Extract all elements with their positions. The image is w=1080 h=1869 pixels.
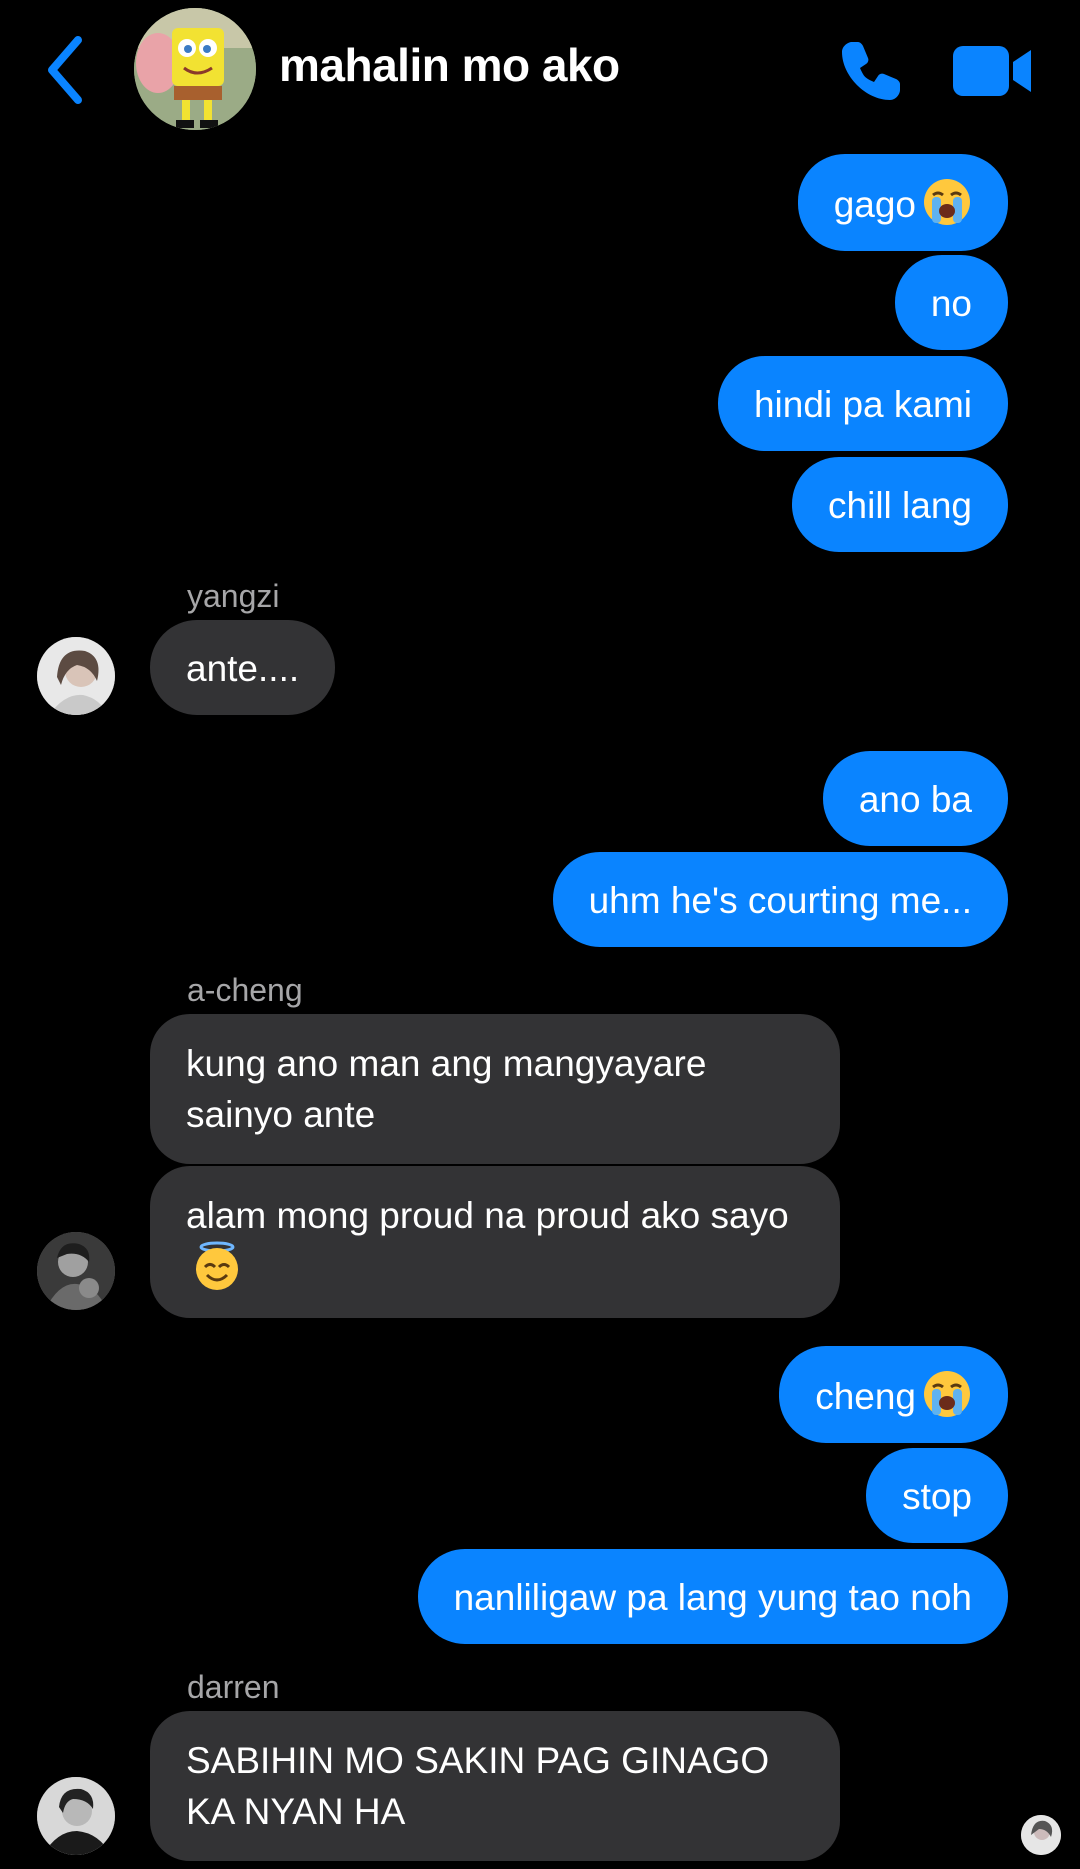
person-avatar-icon	[37, 1777, 115, 1855]
outgoing-message[interactable]: chill lang	[792, 457, 1008, 552]
outgoing-message[interactable]: nanliligaw pa lang yung tao noh	[417, 1549, 1008, 1644]
chat-header: mahalin mo ako	[0, 0, 1080, 140]
loudly-crying-face-icon	[924, 1371, 970, 1417]
incoming-message[interactable]: ante....	[150, 620, 336, 715]
outgoing-message[interactable]: stop	[866, 1448, 1008, 1543]
person-avatar-icon	[37, 1232, 115, 1310]
person-avatar-icon	[37, 637, 115, 715]
seen-receipt-avatar	[1021, 1815, 1061, 1855]
sender-name: yangzi	[187, 578, 280, 614]
smiling-face-with-halo-icon	[196, 1241, 238, 1290]
sender-name: a-cheng	[187, 972, 303, 1008]
outgoing-message[interactable]: uhm he's courting me...	[552, 852, 1008, 947]
avatar[interactable]	[37, 1232, 115, 1310]
back-chevron-icon[interactable]	[40, 32, 90, 108]
outgoing-message[interactable]: hindi pa kami	[717, 356, 1008, 451]
spongebob-avatar-icon	[134, 8, 256, 130]
avatar[interactable]	[37, 1777, 115, 1855]
loudly-crying-face-icon	[924, 179, 970, 225]
outgoing-message[interactable]: ano ba	[822, 751, 1008, 846]
incoming-message[interactable]: kung ano man ang mangyayare sainyo ante	[150, 1014, 840, 1164]
outgoing-message[interactable]: gago	[797, 154, 1008, 251]
outgoing-message[interactable]: cheng	[779, 1346, 1008, 1443]
sender-name: darren	[187, 1669, 280, 1705]
incoming-message[interactable]: alam mong proud na proud ako sayo	[150, 1166, 840, 1318]
phone-icon[interactable]	[838, 38, 904, 104]
avatar[interactable]	[37, 637, 115, 715]
incoming-message[interactable]: SABIHIN MO SAKIN PAG GINAGO KA NYAN HA	[150, 1711, 840, 1861]
outgoing-message[interactable]: no	[894, 255, 1008, 350]
person-avatar-icon	[1021, 1815, 1061, 1855]
video-camera-icon[interactable]	[951, 40, 1033, 102]
group-avatar[interactable]	[134, 8, 256, 130]
chat-title[interactable]: mahalin mo ako	[279, 38, 620, 92]
